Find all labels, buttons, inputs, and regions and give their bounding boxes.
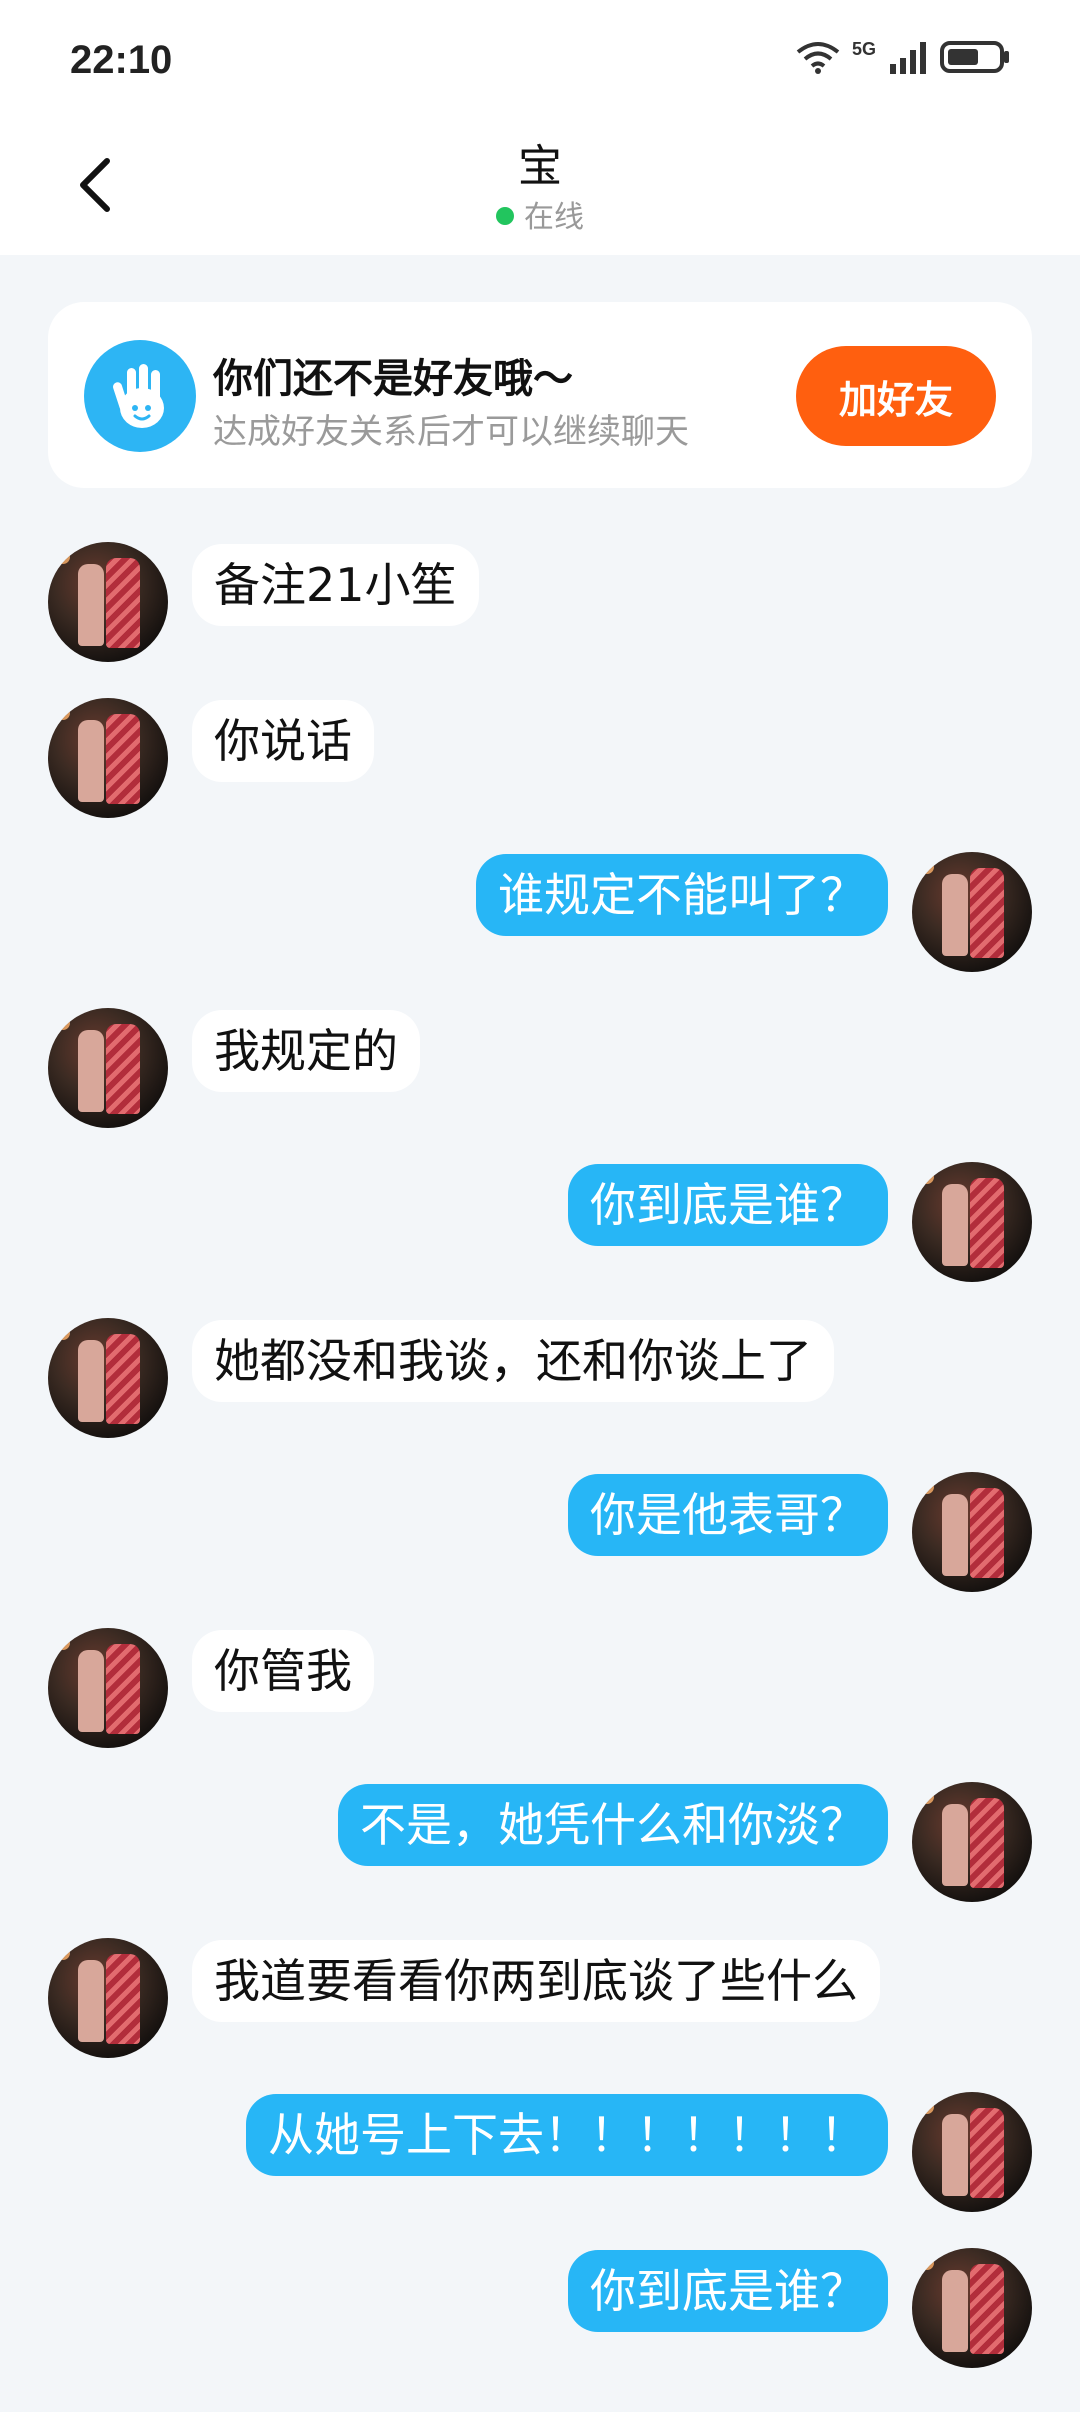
status-icons: 5G [796, 38, 1010, 78]
message-row: 你说话 [0, 698, 1080, 818]
my-avatar[interactable] [912, 2248, 1032, 2368]
message-row: 我道要看看你两到底谈了些什么 [0, 1938, 1080, 2058]
outgoing-message-bubble[interactable]: 从她号上下去！！！！！！！ [246, 2094, 888, 2176]
status-time: 22:10 [70, 38, 173, 82]
battery-icon [940, 40, 1010, 78]
message-row: 她都没和我谈，还和你谈上了 [0, 1318, 1080, 1438]
message-row: 谁规定不能叫了？ [0, 852, 1080, 972]
my-avatar[interactable] [912, 1162, 1032, 1282]
contact-avatar[interactable] [48, 1318, 168, 1438]
friend-card-subtitle: 达成好友关系后才可以继续聊天 [213, 412, 689, 452]
incoming-message-bubble[interactable]: 你说话 [192, 700, 374, 782]
incoming-message-bubble[interactable]: 我道要看看你两到底谈了些什么 [192, 1940, 880, 2022]
message-row: 我规定的 [0, 1008, 1080, 1128]
contact-avatar[interactable] [48, 1628, 168, 1748]
message-row: 不是，她凭什么和你淡？ [0, 1782, 1080, 1902]
contact-avatar[interactable] [48, 1008, 168, 1128]
outgoing-message-bubble[interactable]: 谁规定不能叫了？ [476, 854, 888, 936]
incoming-message-bubble[interactable]: 你管我 [192, 1630, 374, 1712]
my-avatar[interactable] [912, 2092, 1032, 2212]
message-row: 备注21小笙 [0, 542, 1080, 662]
contact-avatar[interactable] [48, 1938, 168, 2058]
online-status: 在线 [0, 192, 1080, 236]
status-bar: 22:10 5G [0, 0, 1080, 120]
incoming-message-bubble[interactable]: 备注21小笙 [192, 544, 479, 626]
outgoing-message-bubble[interactable]: 你到底是谁？ [568, 2250, 888, 2332]
network-type-label: 5G [851, 38, 876, 59]
friend-request-card: 你们还不是好友哦～ 达成好友关系后才可以继续聊天 加好友 [48, 302, 1032, 488]
signal-icon [888, 40, 928, 78]
contact-avatar[interactable] [48, 542, 168, 662]
message-row: 你是他表哥？ [0, 1472, 1080, 1592]
my-avatar[interactable] [912, 852, 1032, 972]
my-avatar[interactable] [912, 1782, 1032, 1902]
outgoing-message-bubble[interactable]: 你到底是谁？ [568, 1164, 888, 1246]
incoming-message-bubble[interactable]: 我规定的 [192, 1010, 420, 1092]
outgoing-message-bubble[interactable]: 你是他表哥？ [568, 1474, 888, 1556]
outgoing-message-bubble[interactable]: 不是，她凭什么和你淡？ [338, 1784, 888, 1866]
hand-wave-icon [84, 340, 196, 452]
online-status-label: 在线 [524, 200, 584, 235]
chat-title: 宝 [518, 141, 562, 192]
message-row: 你到底是谁？ [0, 1162, 1080, 1282]
my-avatar[interactable] [912, 1472, 1032, 1592]
contact-avatar[interactable] [48, 698, 168, 818]
message-row: 从她号上下去！！！！！！！ [0, 2092, 1080, 2212]
chat-header: 宝 在线 [0, 120, 1080, 255]
message-row: 你管我 [0, 1628, 1080, 1748]
incoming-message-bubble[interactable]: 她都没和我谈，还和你谈上了 [192, 1320, 834, 1402]
friend-card-title: 你们还不是好友哦～ [213, 356, 573, 402]
message-row: 你到底是谁？ [0, 2248, 1080, 2368]
add-friend-button[interactable]: 加好友 [796, 346, 996, 446]
wifi-icon [796, 40, 840, 78]
online-dot-icon [496, 206, 514, 225]
